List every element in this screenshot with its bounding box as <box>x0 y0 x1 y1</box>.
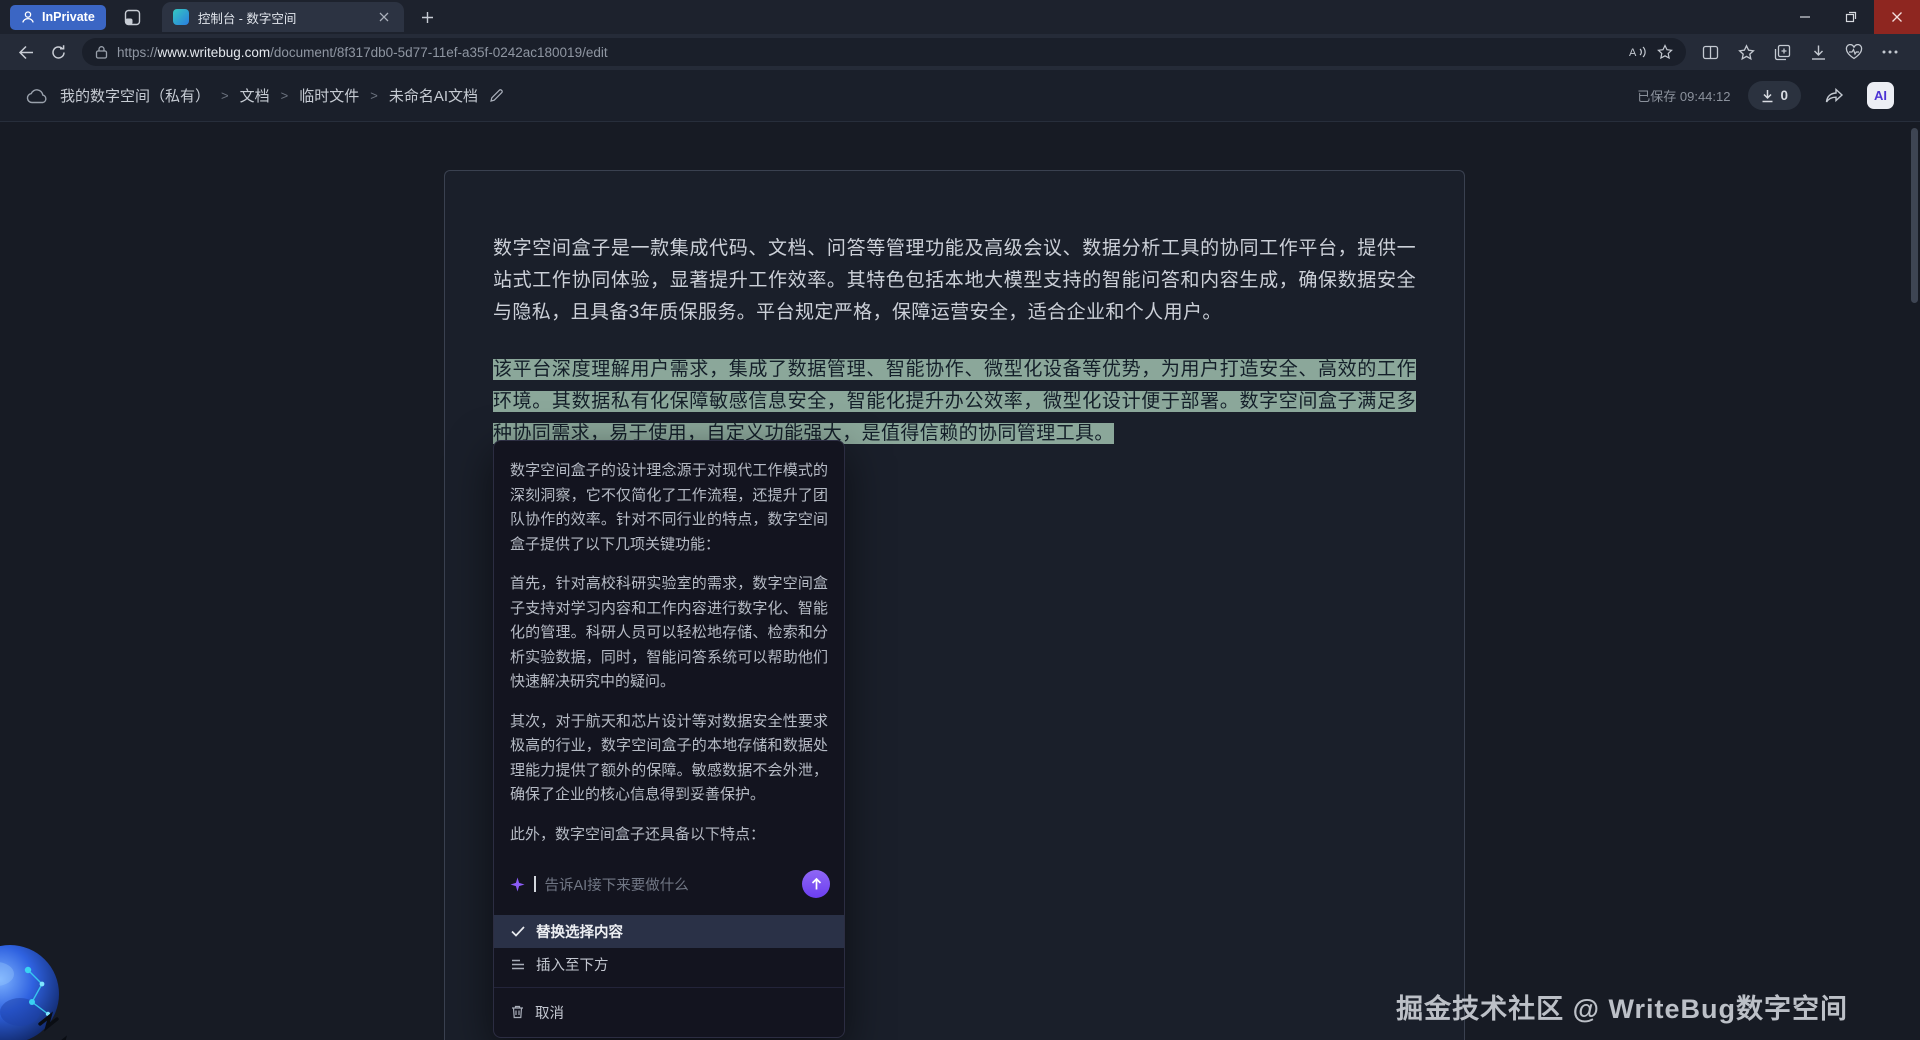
workspaces-icon[interactable] <box>118 4 148 30</box>
menu-item-label: 替换选择内容 <box>536 921 623 942</box>
inprivate-label: InPrivate <box>42 10 95 24</box>
new-tab-button[interactable] <box>414 4 442 30</box>
rename-pencil-icon[interactable] <box>489 88 504 103</box>
saved-status: 已保存 09:44:12 <box>1637 86 1730 105</box>
download-count-button[interactable]: 0 <box>1748 81 1801 110</box>
add-favorite-star-icon[interactable] <box>1657 44 1673 60</box>
breadcrumb-item-space[interactable]: 我的数字空间（私有） <box>60 85 210 106</box>
menu-item-label: 取消 <box>535 1002 564 1023</box>
menu-item-label: 插入至下方 <box>536 954 609 975</box>
community-watermark: 掘金技术社区 @ WriteBug数字空间 <box>1396 987 1848 1026</box>
document-paragraph-selected[interactable]: 该平台深度理解用户需求，集成了数据管理、智能协作、微型化设备等优势，为用户打造安… <box>493 354 1416 450</box>
profile-icon <box>21 10 35 24</box>
text-caret <box>534 876 536 892</box>
svg-text:A: A <box>1629 47 1637 59</box>
ai-generated-paragraph: 此外，数字空间盒子还具备以下特点： <box>510 823 828 848</box>
favorites-icon[interactable] <box>1730 37 1762 67</box>
ai-generated-paragraph: 数字空间盒子的设计理念源于对现代工作模式的深刻洞察，它不仅简化了工作流程，还提升… <box>510 459 828 557</box>
address-bar[interactable]: https://www.writebug.com/document/8f317d… <box>82 38 1686 66</box>
breadcrumb: 我的数字空间（私有） > 文档 > 临时文件 > 未命名AI文档 <box>60 85 504 106</box>
breadcrumb-separator: > <box>221 88 229 103</box>
collections-icon[interactable] <box>1766 37 1798 67</box>
breadcrumb-separator: > <box>281 88 289 103</box>
tab-title: 控制台 - 数字空间 <box>198 8 366 27</box>
ai-assistant-button[interactable]: AI <box>1867 82 1894 109</box>
browser-essentials-icon[interactable] <box>1838 37 1870 67</box>
ai-assistant-popup: 数字空间盒子的设计理念源于对现代工作模式的深刻洞察，它不仅简化了工作流程，还提升… <box>493 440 845 1038</box>
breadcrumb-item-current-doc[interactable]: 未命名AI文档 <box>389 85 478 106</box>
window-minimize-button[interactable] <box>1782 0 1828 34</box>
menu-item-cancel[interactable]: 取消 <box>494 994 844 1030</box>
tab-close-icon[interactable] <box>375 8 393 26</box>
ai-input-placeholder: 告诉AI接下来要做什么 <box>545 874 794 895</box>
url-path: /document/8f317db0-5d77-11ef-a35f-0242ac… <box>270 45 608 60</box>
share-icon[interactable] <box>1819 81 1849 111</box>
back-icon[interactable] <box>10 37 42 67</box>
download-count: 0 <box>1780 88 1788 103</box>
browser-titlebar: InPrivate 控制台 - 数字空间 <box>0 0 1920 34</box>
cloud-icon <box>26 88 48 104</box>
site-lock-icon[interactable] <box>95 45 108 59</box>
inprivate-badge[interactable]: InPrivate <box>10 5 106 30</box>
writebug-sphere-logo[interactable] <box>0 922 108 1040</box>
insert-below-icon <box>511 959 525 971</box>
window-restore-button[interactable] <box>1828 0 1874 34</box>
sparkle-icon <box>510 877 525 892</box>
trash-icon <box>511 1005 524 1019</box>
split-screen-icon[interactable] <box>1694 37 1726 67</box>
ai-badge-label: AI <box>1874 88 1887 103</box>
url-host: www.writebug.com <box>158 45 271 60</box>
ai-generated-paragraph: 首先，针对高校科研实验室的需求，数字空间盒子支持对学习内容和工作内容进行数字化、… <box>510 572 828 695</box>
url-text[interactable]: https://www.writebug.com/document/8f317d… <box>117 45 1620 60</box>
window-close-button[interactable] <box>1874 0 1920 34</box>
browser-tab[interactable]: 控制台 - 数字空间 <box>162 2 404 32</box>
app-header: 我的数字空间（私有） > 文档 > 临时文件 > 未命名AI文档 已保存 09:… <box>0 70 1920 122</box>
url-scheme: https:// <box>117 45 158 60</box>
breadcrumb-item-temp[interactable]: 临时文件 <box>299 85 359 106</box>
menu-item-insert-below[interactable]: 插入至下方 <box>494 948 844 981</box>
editor-canvas: 数字空间盒子是一款集成代码、文档、问答等管理功能及高级会议、数据分析工具的协同工… <box>0 122 1920 1040</box>
more-menu-icon[interactable] <box>1874 37 1906 67</box>
ai-action-menu: 替换选择内容 插入至下方 取消 <box>494 910 844 1037</box>
menu-divider <box>494 987 844 988</box>
document-paragraph[interactable]: 数字空间盒子是一款集成代码、文档、问答等管理功能及高级会议、数据分析工具的协同工… <box>493 233 1416 329</box>
downloads-icon[interactable] <box>1802 37 1834 67</box>
scrollbar-thumb[interactable] <box>1911 128 1918 303</box>
breadcrumb-item-docs[interactable]: 文档 <box>240 85 270 106</box>
read-aloud-icon[interactable]: A <box>1629 45 1647 59</box>
selected-text[interactable]: 该平台深度理解用户需求，集成了数据管理、智能协作、微型化设备等优势，为用户打造安… <box>493 359 1416 444</box>
check-icon <box>511 926 525 937</box>
menu-item-replace-selection[interactable]: 替换选择内容 <box>494 915 844 948</box>
browser-toolbar: https://www.writebug.com/document/8f317d… <box>0 34 1920 70</box>
ai-generated-paragraph: 其次，对于航天和芯片设计等对数据安全性要求极高的行业，数字空间盒子的本地存储和数… <box>510 710 828 808</box>
ai-prompt-input[interactable]: 告诉AI接下来要做什么 <box>494 866 844 910</box>
breadcrumb-separator: > <box>370 88 378 103</box>
send-prompt-button[interactable] <box>802 870 830 898</box>
tab-favicon <box>173 9 189 25</box>
refresh-icon[interactable] <box>42 37 74 67</box>
